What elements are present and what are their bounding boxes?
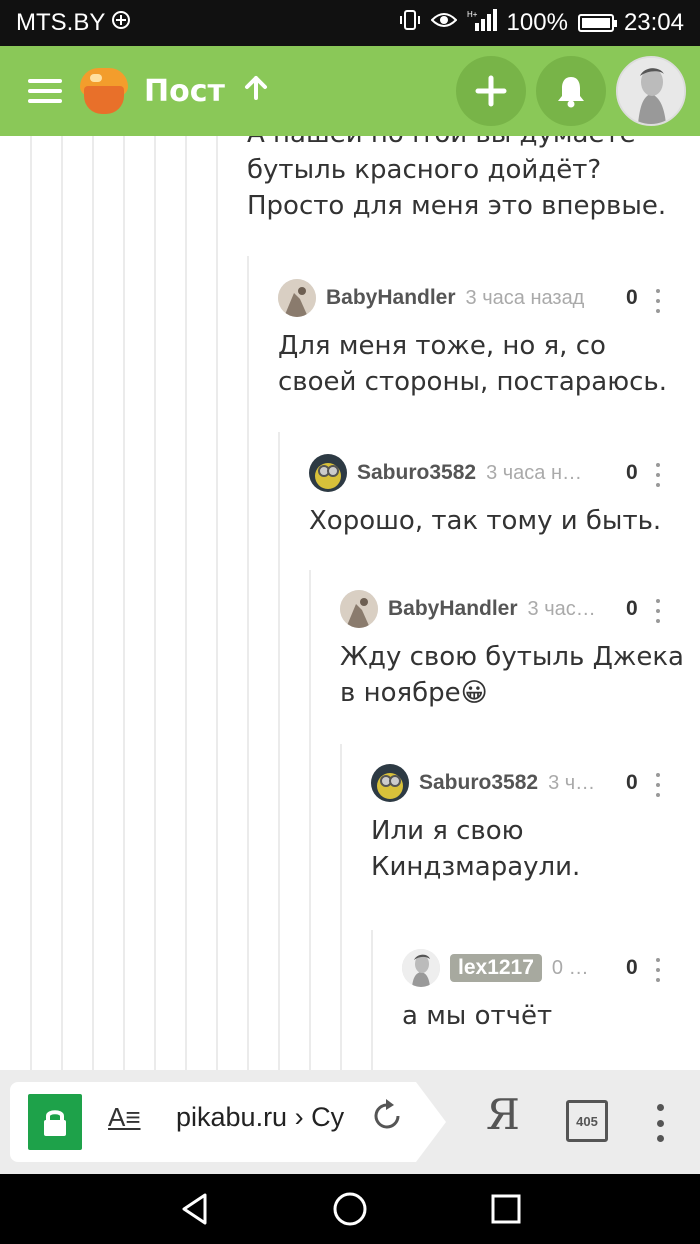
comment-line: Хорошо, так тому и быть. [309, 506, 662, 536]
comment-author[interactable]: BabyHandler [326, 286, 456, 310]
comment-author[interactable]: lex1217 [450, 954, 542, 982]
comment-text: Для меня тоже, но я, со своей стороны, п… [278, 328, 667, 400]
reader-mode-icon[interactable]: A≡ [108, 1102, 141, 1133]
reload-icon[interactable] [372, 1098, 404, 1141]
thread-line [278, 432, 280, 1070]
page-title: Пост [144, 73, 225, 109]
comments-thread: А нашей почтой вы думаете бутыль красног… [0, 136, 700, 1070]
sync-icon [111, 10, 131, 36]
add-post-button[interactable] [456, 56, 526, 126]
comment-line: А нашей почтой вы думаете [247, 136, 666, 152]
comment-text: Или я свою Киндзмараули. [371, 813, 580, 885]
comment-author[interactable]: BabyHandler [388, 597, 518, 621]
more-options-icon[interactable] [655, 463, 661, 487]
avatar[interactable] [309, 454, 347, 492]
system-nav-bar [0, 1174, 700, 1244]
comment-score: 0 [626, 286, 638, 309]
carrier-label: MTS.BY [16, 9, 106, 36]
comment-line: а мы отчёт [402, 1001, 553, 1031]
comment-header: Saburo3582 3 ч… [371, 764, 615, 802]
thread-line [123, 136, 125, 1070]
app-header: Пост [0, 46, 700, 136]
more-options-icon[interactable] [655, 599, 661, 623]
recents-square-icon[interactable] [490, 1193, 522, 1225]
comment-line: Для меня тоже, но я, со [278, 331, 606, 361]
thread-line [92, 136, 94, 1070]
tabs-counter[interactable]: 405 [566, 1100, 608, 1142]
thread-line [185, 136, 187, 1070]
yandex-button[interactable]: Я [486, 1090, 520, 1139]
comment-text: А нашей почтой вы думаете бутыль красног… [247, 136, 666, 224]
thread-line [154, 136, 156, 1070]
arrow-up-icon[interactable] [243, 75, 269, 108]
comment-time: 3 час… [527, 597, 596, 620]
comment-line: Или я свою [371, 816, 524, 846]
comment-header: Saburo3582 3 часа н… [309, 454, 615, 492]
avatar[interactable] [340, 590, 378, 628]
battery-percent: 100% [506, 9, 568, 36]
comment-line: Киндзмараули. [371, 852, 581, 882]
comment-score: 0 [626, 771, 638, 794]
comment-author[interactable]: Saburo3582 [357, 461, 476, 485]
url-text[interactable]: pikabu.ru › Су [176, 1102, 354, 1133]
comment-line: бутыль красного дойдёт? [247, 155, 602, 185]
plus-icon [475, 75, 507, 107]
back-triangle-icon[interactable] [178, 1192, 212, 1226]
user-avatar[interactable] [616, 56, 686, 126]
thread-line [30, 136, 32, 1070]
thread-line [216, 136, 218, 1070]
bell-icon [558, 77, 584, 108]
avatar[interactable] [278, 279, 316, 317]
thread-line [61, 136, 63, 1070]
comment-header: BabyHandler 3 часа назад [278, 279, 618, 317]
comment-time: 3 часа н… [486, 461, 583, 484]
comment-text: Жду свою бутыль Джека в ноябре😀 [340, 639, 684, 711]
comment-header: BabyHandler 3 час… [340, 590, 615, 628]
comment-line: Просто для меня это впервые. [247, 191, 667, 221]
comment-header: lex1217 0 … [402, 949, 615, 987]
svg-text:H+: H+ [467, 10, 478, 19]
notifications-button[interactable] [536, 56, 606, 126]
comment-time: 3 ч… [548, 771, 596, 794]
status-bar: MTS.BY H+ 100% 23:04 [0, 0, 700, 46]
comment-score: 0 [626, 461, 638, 484]
address-bar[interactable]: A≡ pikabu.ru › Су [10, 1082, 446, 1162]
hamburger-menu-icon[interactable] [28, 79, 62, 103]
comment-text: Хорошо, так тому и быть. [309, 503, 661, 539]
browser-toolbar: A≡ pikabu.ru › Су Я 405 [0, 1070, 700, 1174]
comment-time: 3 часа назад [465, 286, 585, 309]
more-options-icon[interactable] [655, 773, 661, 797]
thread-line [247, 256, 249, 1070]
thread-line [371, 930, 373, 1070]
browser-menu-icon[interactable] [656, 1104, 664, 1142]
home-circle-icon[interactable] [332, 1191, 368, 1227]
signal-icon: H+ [467, 9, 497, 37]
comment-author[interactable]: Saburo3582 [419, 771, 538, 795]
avatar[interactable] [371, 764, 409, 802]
battery-icon [577, 14, 617, 32]
more-options-icon[interactable] [655, 289, 661, 313]
comment-time: 0 … [551, 956, 589, 979]
more-options-icon[interactable] [655, 958, 661, 982]
comment-score: 0 [626, 597, 638, 620]
vibrate-icon [399, 9, 421, 37]
pikabu-logo[interactable] [78, 66, 130, 116]
eye-icon [430, 10, 457, 36]
avatar[interactable] [402, 949, 440, 987]
thread-line [309, 570, 311, 1070]
clock: 23:04 [623, 9, 684, 36]
comment-line: своей стороны, постараюсь. [278, 367, 667, 397]
comment-line: Жду свою бутыль Джека [340, 642, 684, 672]
comment-score: 0 [626, 956, 638, 979]
comment-text: а мы отчёт [402, 998, 552, 1034]
lock-icon[interactable] [28, 1094, 82, 1150]
comment-line: в ноябре😀 [340, 678, 488, 708]
thread-line [340, 744, 342, 1070]
